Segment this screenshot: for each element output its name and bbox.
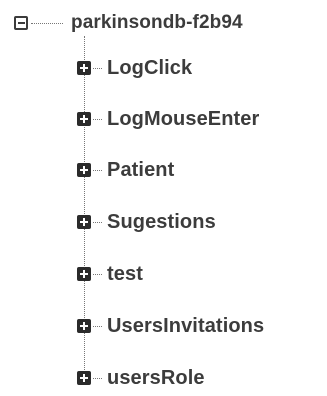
- expand-icon[interactable]: [77, 112, 91, 126]
- tree-node-logclick[interactable]: LogClick: [77, 53, 192, 83]
- tree-node-label[interactable]: UsersInvitations: [107, 315, 264, 338]
- tree-connector: [93, 118, 102, 120]
- expand-icon[interactable]: [77, 267, 91, 281]
- tree-connector: [93, 169, 102, 171]
- database-tree: parkinsondb-f2b94 LogClick LogMouseEnter…: [0, 0, 327, 396]
- collapse-icon[interactable]: [14, 16, 28, 30]
- tree-connector: [93, 325, 102, 327]
- tree-root-node[interactable]: parkinsondb-f2b94: [14, 8, 243, 38]
- tree-node-logmouseenter[interactable]: LogMouseEnter: [77, 104, 259, 134]
- tree-node-label[interactable]: Sugestions: [107, 211, 216, 234]
- tree-node-sugestions[interactable]: Sugestions: [77, 207, 216, 237]
- tree-connector: [93, 377, 102, 379]
- tree-connector: [93, 221, 102, 223]
- tree-node-label[interactable]: Patient: [107, 159, 174, 182]
- tree-node-patient[interactable]: Patient: [77, 155, 174, 185]
- tree-node-usersrole[interactable]: usersRole: [77, 363, 205, 393]
- tree-connector: [93, 67, 102, 69]
- expand-icon[interactable]: [77, 61, 91, 75]
- root-node-label[interactable]: parkinsondb-f2b94: [71, 12, 243, 34]
- tree-node-label[interactable]: LogMouseEnter: [107, 108, 259, 131]
- tree-connector: [31, 22, 63, 24]
- tree-node-usersinvitations[interactable]: UsersInvitations: [77, 311, 264, 341]
- tree-node-label[interactable]: test: [107, 263, 143, 286]
- expand-icon[interactable]: [77, 319, 91, 333]
- expand-icon[interactable]: [77, 163, 91, 177]
- expand-icon[interactable]: [77, 215, 91, 229]
- tree-node-test[interactable]: test: [77, 259, 143, 289]
- expand-icon[interactable]: [77, 371, 91, 385]
- tree-node-label[interactable]: usersRole: [107, 367, 205, 390]
- tree-connector: [93, 273, 102, 275]
- tree-node-label[interactable]: LogClick: [107, 57, 192, 80]
